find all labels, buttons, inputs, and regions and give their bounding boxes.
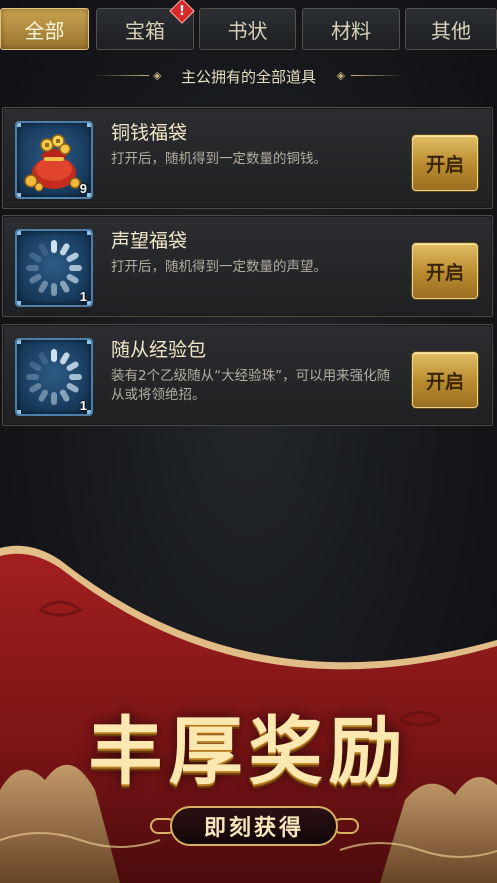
coin-bag-icon[interactable]: 9: [15, 121, 93, 199]
loading-spinner-icon[interactable]: 1: [15, 338, 93, 416]
tab-letters[interactable]: 书状: [199, 8, 296, 50]
tab-label: 材料: [331, 18, 371, 43]
open-button[interactable]: 开启: [412, 352, 478, 408]
item-name: 铜钱福袋: [111, 122, 188, 144]
tab-others[interactable]: 其他: [405, 8, 497, 50]
item-card: 1 声望福袋 打开后，随机得到一定数量的声望。 开启: [2, 215, 493, 317]
tab-all[interactable]: 全部: [0, 8, 89, 50]
category-tabs: 全部 宝箱 ! 书状 材料 其他: [0, 0, 497, 56]
tab-label: 其他: [431, 18, 471, 43]
promo-banner: 丰厚奖励 即刻获得: [0, 540, 497, 883]
promo-title: 丰厚奖励: [88, 709, 409, 795]
item-description: 打开后，随机得到一定数量的声望。: [111, 259, 327, 275]
tab-label: 书状: [227, 18, 268, 43]
item-name: 声望福袋: [111, 230, 188, 252]
alert-badge-icon: !: [169, 0, 195, 24]
loading-spinner-icon[interactable]: 1: [15, 229, 93, 307]
diamond-ornament-icon: ◈: [336, 69, 345, 82]
section-header: ◈ 主公拥有的全部道具 ◈: [0, 64, 497, 88]
item-quantity: 1: [79, 289, 87, 304]
item-quantity: 9: [79, 181, 87, 196]
section-title: 主公拥有的全部道具: [180, 68, 316, 86]
tab-materials[interactable]: 材料: [302, 8, 400, 50]
promo-subtitle[interactable]: 即刻获得: [170, 806, 338, 846]
item-description: 装有2个乙级随从“大经验珠”，可以用来强化随从或将领绝招。: [111, 368, 391, 403]
open-button[interactable]: 开启: [412, 135, 478, 191]
divider-line: [351, 75, 405, 76]
item-card: 1 随从经验包 装有2个乙级随从“大经验珠”，可以用来强化随从或将领绝招。 开启: [2, 324, 493, 426]
item-quantity: 1: [79, 398, 87, 413]
tab-label: 全部: [24, 18, 65, 43]
item-name: 随从经验包: [111, 339, 207, 361]
item-card: 9 铜钱福袋 打开后，随机得到一定数量的铜钱。 开启: [2, 107, 493, 209]
tab-label: 宝箱: [125, 18, 165, 43]
item-description: 打开后，随机得到一定数量的铜钱。: [111, 151, 327, 167]
open-button[interactable]: 开启: [412, 243, 478, 299]
tab-treasure-chest[interactable]: 宝箱 !: [96, 0, 195, 50]
